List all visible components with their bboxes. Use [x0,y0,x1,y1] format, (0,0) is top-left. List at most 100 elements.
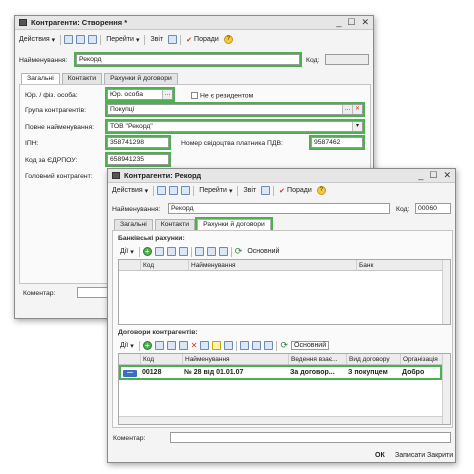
minimize-icon[interactable]: _ [418,170,423,181]
tips-button[interactable]: ✔ Поради [277,187,314,195]
checkbox-icon[interactable] [191,92,198,99]
edit-icon[interactable] [178,341,188,350]
table-header: Код Найменування Ведення взає... Вид дог… [119,354,450,365]
add-icon[interactable]: + [142,247,152,256]
edit-icon[interactable] [166,247,176,256]
bank-accounts-table[interactable]: Код Найменування Банк [118,259,451,325]
dropdown-icon[interactable]: ▾ [352,122,362,131]
column-header-org[interactable]: Організація [401,354,444,364]
delete-icon[interactable] [178,247,188,256]
filter-icon[interactable] [194,247,204,256]
vertical-scrollbar[interactable] [442,260,450,324]
list-icon[interactable] [261,186,271,195]
code-label: Код: [396,206,410,213]
close-icon[interactable]: ✕ [443,170,451,181]
toolbar-separator [273,185,275,196]
nonresident-label: Не є резидентом [200,92,254,100]
close-button[interactable]: Закрити [424,449,456,461]
maximize-icon[interactable]: ☐ [429,170,437,181]
save-button[interactable]: Записати [392,449,428,461]
set-main-icon[interactable] [212,341,222,350]
ok-button[interactable]: ОК [372,449,388,461]
refresh-icon[interactable]: ⟳ [280,340,288,351]
code-field[interactable] [325,54,369,65]
save-icon[interactable] [64,35,74,44]
maximize-icon[interactable]: ☐ [347,17,355,28]
nonresident-checkbox[interactable]: Не є резидентом [191,92,253,99]
column-header-kind[interactable]: Вид договору [347,354,401,364]
column-header-mode[interactable]: Ведення взає... [289,354,347,364]
goto-menu[interactable]: Перейти ▾ [104,36,141,44]
tab-accounts[interactable]: Рахунки й договори [104,73,178,84]
save-icon[interactable] [157,186,167,195]
mark-delete-icon[interactable] [200,341,210,350]
filter-off-icon[interactable] [264,341,274,350]
group-label: Група контрагентів: [25,107,86,114]
edrpou-field[interactable]: 658941235 [105,152,171,167]
help-icon[interactable]: ? [223,35,233,44]
column-header-name[interactable]: Найменування [183,354,289,364]
actions-menu[interactable]: Действия ▾ [110,187,150,195]
hierarchy-icon[interactable] [224,341,234,350]
select-icon[interactable]: … [162,90,172,99]
column-header-bank[interactable]: Банк [357,260,442,270]
list-icon[interactable] [168,35,178,44]
toolbar-separator [236,340,238,351]
filter-list-icon[interactable] [252,341,262,350]
filter-list-icon[interactable] [206,247,216,256]
tab-contacts[interactable]: Контакти [154,219,196,230]
toolbar: Действия ▾ Перейти ▾ Звіт ✔ Поради ? [110,184,453,197]
contracts-actions-menu[interactable]: Дії ▾ [118,342,136,350]
contracts-main-button[interactable]: Основний [291,341,330,350]
bank-main-button[interactable]: Основний [245,248,281,255]
select-icon[interactable]: … [342,105,352,114]
report-button[interactable]: Звіт [241,187,258,194]
vat-field[interactable]: 9587462 [309,135,365,150]
column-header-name[interactable]: Найменування [189,260,357,270]
goto-menu[interactable]: Перейти ▾ [197,187,234,195]
contracts-table[interactable]: Код Найменування Ведення взає... Вид дог… [118,353,451,425]
tab-bar: Загальні Контакти Рахунки й договори [21,73,178,84]
name-field[interactable]: Рекорд [168,203,390,214]
fullname-field[interactable]: ТОВ "Рекорд" ▾ [105,119,365,134]
actions-menu[interactable]: Действия ▾ [17,36,57,44]
help-icon[interactable]: ? [316,186,326,195]
tab-accounts[interactable]: Рахунки й договори [195,217,273,232]
filter-icon[interactable] [240,341,250,350]
refresh-icon[interactable]: ⟳ [235,246,243,257]
ipn-field[interactable]: 358741298 [105,135,171,150]
save-close-icon[interactable] [76,35,86,44]
filter-off-icon[interactable] [218,247,228,256]
code-field[interactable]: 00060 [415,203,451,214]
table-row[interactable]: — 00128 № 28 від 01.01.07 За договор... … [119,365,442,380]
comment-field[interactable] [170,432,451,443]
vertical-scrollbar[interactable] [442,354,450,424]
comment-label: Коментар: [113,435,146,442]
delete-icon[interactable]: ✕ [191,341,198,350]
name-field[interactable]: Рекорд [74,52,302,67]
toolbar-separator [193,185,195,196]
contract-mode: За договор... [290,369,335,376]
tab-general[interactable]: Загальні [21,73,60,84]
minimize-icon[interactable]: _ [336,17,341,28]
tips-button[interactable]: ✔ Поради [184,36,221,44]
tab-general[interactable]: Загальні [114,219,153,230]
close-icon[interactable]: ✕ [361,17,369,28]
type-field[interactable]: Юр. особа … [105,87,175,102]
horizontal-scrollbar[interactable] [119,416,442,424]
report-button[interactable]: Звіт [148,36,165,43]
add-icon[interactable]: + [142,341,152,350]
copy-icon[interactable] [181,186,191,195]
vat-label: Номер свідоцтва платника ПДВ: [181,140,283,147]
clear-icon[interactable]: ✕ [352,105,362,114]
copy-icon[interactable] [166,341,176,350]
tab-contacts[interactable]: Контакти [61,73,103,84]
copy-icon[interactable] [88,35,98,44]
save-close-icon[interactable] [169,186,179,195]
column-header-code[interactable]: Код [141,354,183,364]
copy-icon[interactable] [154,247,164,256]
add-folder-icon[interactable] [154,341,164,350]
column-header-code[interactable]: Код [141,260,189,270]
group-field[interactable]: Покупці … ✕ [105,102,365,117]
bank-actions-menu[interactable]: Дії ▾ [118,248,136,256]
